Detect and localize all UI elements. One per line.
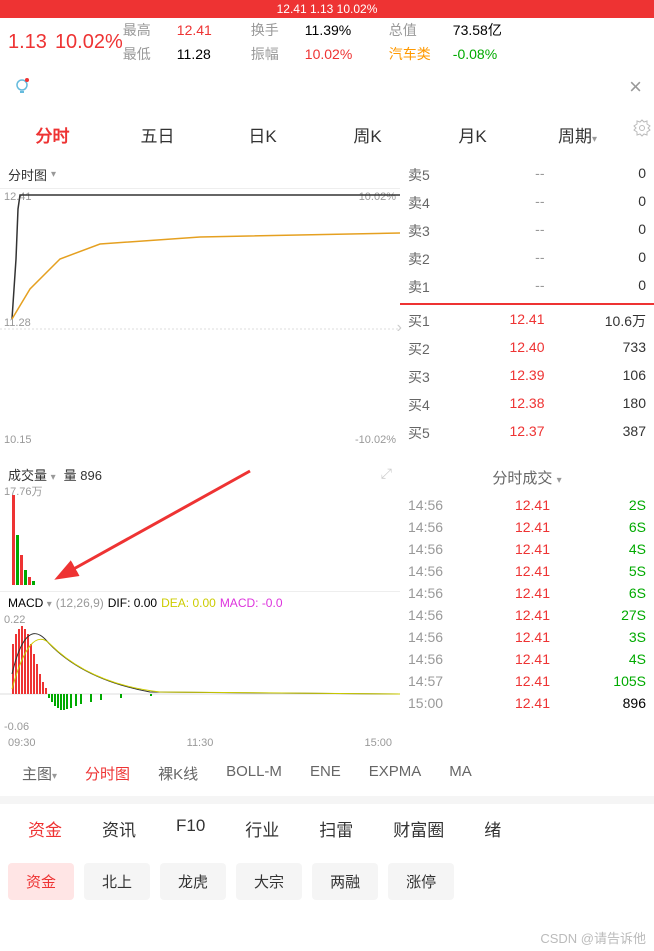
bid-row[interactable]: 买212.40733 [400,335,654,363]
price-banner: 12.41 1.13 10.02% [0,0,654,18]
expand-handle-icon[interactable]: › [397,319,402,337]
trade-row[interactable]: 14:5612.415S [400,560,654,582]
label-low: 最低 [123,44,173,64]
volume-selector[interactable]: 成交量 ▾ [8,465,56,484]
value-high: 12.41 [177,22,247,38]
time-start: 09:30 [8,737,36,749]
bid-row[interactable]: 买412.38180 [400,391,654,419]
value-mktcap: 73.58亿 [453,20,523,40]
gear-icon[interactable] [630,116,654,140]
trade-row[interactable]: 14:5612.412S [400,494,654,516]
trade-row[interactable]: 15:0012.41896 [400,692,654,714]
tab-naked-k[interactable]: 裸K线 [144,763,212,784]
ask-row[interactable]: 卖3--0 [400,217,654,245]
label-sector: 汽车类 [389,44,449,64]
bid-row[interactable]: 买312.39106 [400,363,654,391]
macd-dif: DIF: 0.00 [108,596,157,610]
ask-row[interactable]: 卖2--0 [400,245,654,273]
indicator-tabs: 主图▾ 分时图 裸K线 BOLL-M ENE EXPMA MA [0,751,654,796]
price-chart[interactable]: 12.41 10.02% 11.28 10.15 -10.02% › [0,188,400,448]
trade-row[interactable]: 14:5612.413S [400,626,654,648]
volume-chart[interactable]: 成交量 ▾ 量 896 ⤢ 17.76万 [0,461,400,591]
label-turnover: 换手 [251,20,301,40]
change-value: 1.13 [8,31,47,54]
time-mid: 11:30 [187,737,214,749]
trade-row[interactable]: 14:5612.414S [400,538,654,560]
trades-header[interactable]: 分时成交 ▾ [400,461,654,494]
orderbook: 卖5--0 卖4--0 卖3--0 卖2--0 卖1--0 买112.4110.… [400,161,654,461]
tab-ene[interactable]: ENE [296,763,355,784]
trade-row[interactable]: 14:5612.414S [400,648,654,670]
nav-news[interactable]: 资讯 [82,816,156,841]
chip-funds[interactable]: 资金 [8,863,74,900]
nav-mine[interactable]: 扫雷 [299,816,373,841]
value-low: 11.28 [177,46,247,62]
nav-more[interactable]: 绪 [464,816,521,841]
lightbulb-icon[interactable] [12,77,32,97]
nav-f10[interactable]: F10 [156,816,225,841]
trade-row[interactable]: 14:5712.41105S [400,670,654,692]
tab-expma[interactable]: EXPMA [355,763,436,784]
macd-dea: DEA: 0.00 [161,596,216,610]
tab-5day[interactable]: 五日 [105,116,210,153]
change-pct: 10.02% [55,31,123,54]
volume-amount: 量 896 [64,465,102,484]
trade-row[interactable]: 14:5612.4127S [400,604,654,626]
macd-params: (12,26,9) [56,596,104,610]
ask-row[interactable]: 卖4--0 [400,189,654,217]
nav-industry[interactable]: 行业 [225,816,299,841]
chip-block[interactable]: 大宗 [236,863,302,900]
macd-macd: MACD: -0.0 [220,596,283,610]
watermark: CSDN @请告诉他 [540,928,646,947]
bid-row[interactable]: 买112.4110.6万 [400,307,654,335]
nav-wealth[interactable]: 财富圈 [373,816,464,841]
value-sector: -0.08% [453,46,523,62]
tab-boll[interactable]: BOLL-M [212,763,296,784]
tab-main[interactable]: 主图▾ [8,763,71,784]
ask-row[interactable]: 卖5--0 [400,161,654,189]
close-icon[interactable]: × [629,74,642,100]
tab-ma[interactable]: MA [435,763,486,784]
trade-row[interactable]: 14:5612.416S [400,516,654,538]
tab-dayk[interactable]: 日K [210,116,315,153]
tab-period[interactable]: 周期▾ [525,116,630,153]
time-end: 15:00 [364,737,392,749]
label-mktcap: 总值 [389,20,449,40]
value-turnover: 11.39% [305,22,385,38]
tab-intraday[interactable]: 分时 [0,116,105,153]
tab-intraday-chart[interactable]: 分时图 [71,763,144,784]
trades-list: 14:5612.412S14:5612.416S14:5612.414S14:5… [400,494,654,714]
stock-header: 1.13 10.02% 最高 12.41 换手 11.39% 总值 73.58亿… [0,18,654,66]
value-amplitude: 10.02% [305,46,385,62]
chart-type-selector[interactable]: 分时图▾ [0,161,400,188]
orderbook-divider [400,303,654,305]
bottom-nav: 资金 资讯 F10 行业 扫雷 财富圈 绪 [0,796,654,853]
tab-monthk[interactable]: 月K [420,116,525,153]
expand-icon[interactable]: ⤢ [381,465,392,482]
tab-weekk[interactable]: 周K [315,116,420,153]
timeframe-tabs: 分时 五日 日K 周K 月K 周期▾ [0,108,654,161]
chip-dragon[interactable]: 龙虎 [160,863,226,900]
label-high: 最高 [123,20,173,40]
label-amplitude: 振幅 [251,44,301,64]
filter-chips: 资金 北上 龙虎 大宗 两融 涨停 [0,853,654,910]
chip-limitup[interactable]: 涨停 [388,863,454,900]
indicator-selector[interactable]: MACD ▾ [8,596,52,610]
chip-margin[interactable]: 两融 [312,863,378,900]
nav-funds[interactable]: 资金 [8,816,82,841]
chip-northbound[interactable]: 北上 [84,863,150,900]
ask-row[interactable]: 卖1--0 [400,273,654,301]
macd-chart[interactable]: MACD ▾ (12,26,9) DIF: 0.00 DEA: 0.00 MAC… [0,591,400,751]
trade-row[interactable]: 14:5612.416S [400,582,654,604]
bid-row[interactable]: 买512.37387 [400,419,654,447]
